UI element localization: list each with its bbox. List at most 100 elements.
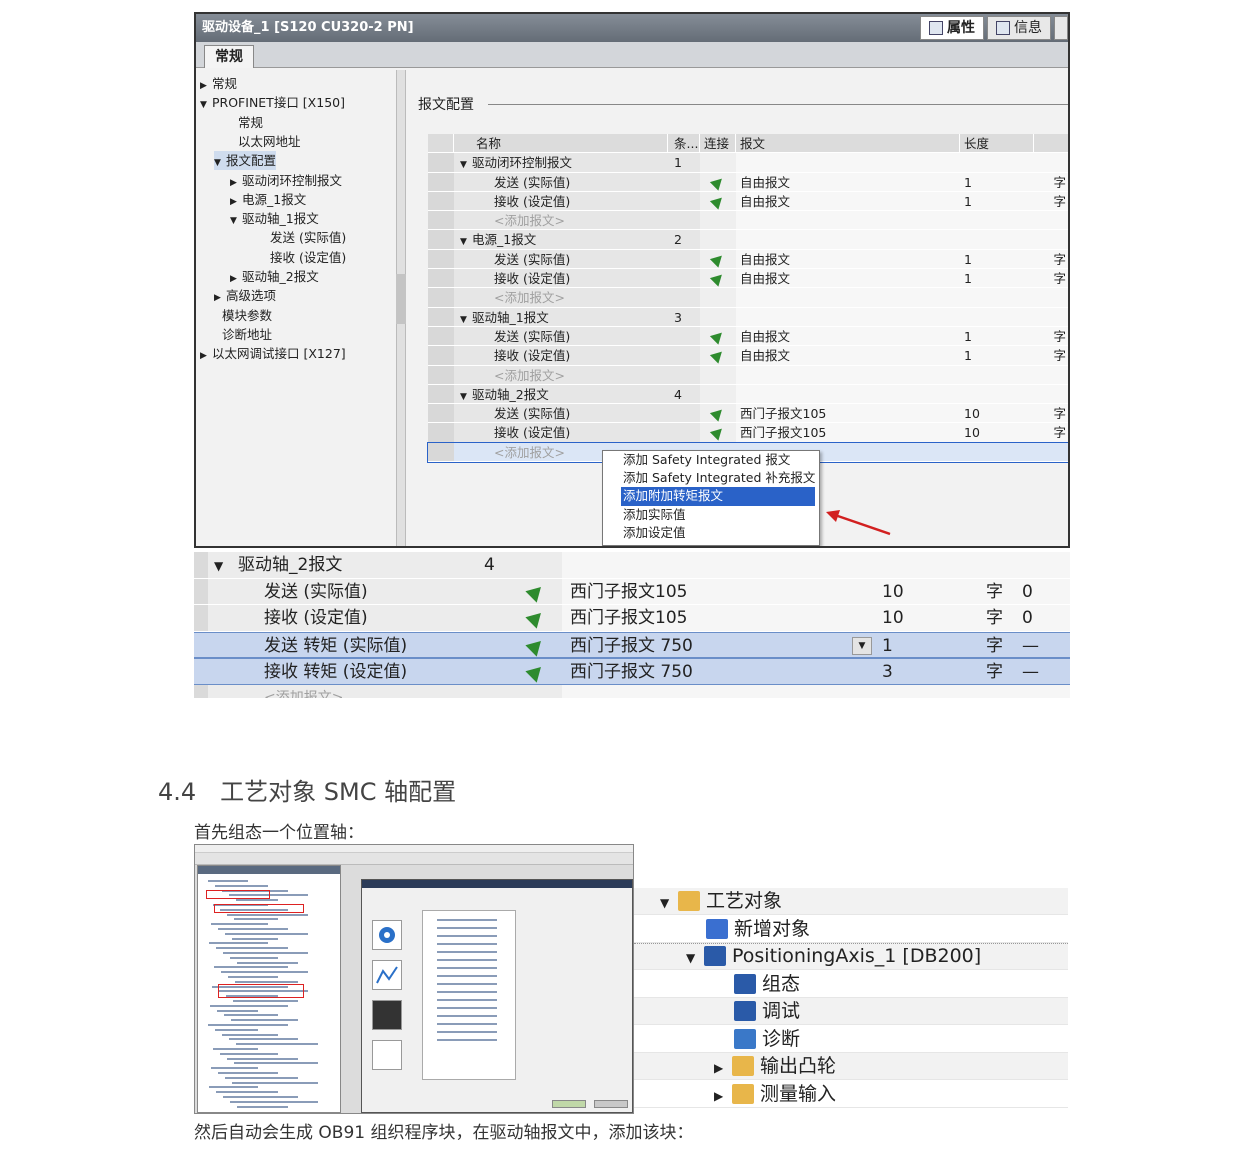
cell-len[interactable]: 10 (876, 605, 980, 631)
cell-num[interactable] (668, 269, 700, 288)
table-row[interactable]: 接收 (设定值) 自由报文 1 字 (428, 191, 1068, 212)
cell-name[interactable]: ▼ 驱动轴_2报文 (208, 552, 470, 578)
tree-item[interactable]: 调试 (634, 998, 1068, 1025)
cell-tel[interactable]: 自由报文 (736, 191, 960, 211)
cell-len[interactable]: 10 (960, 423, 1034, 442)
cell-tel[interactable]: 自由报文 (736, 346, 960, 365)
cell-len[interactable]: 10 (876, 578, 980, 604)
object-type-list[interactable] (422, 910, 516, 1080)
cell-x[interactable]: — (1014, 659, 1070, 684)
cell-link[interactable] (514, 684, 562, 698)
table-row[interactable]: 接收 转矩 (设定值) 西门子报文 750 3 字 — (194, 658, 1070, 685)
cell-link[interactable] (514, 632, 562, 657)
cell-name[interactable]: 接收 (设定值) (454, 423, 668, 442)
cell-tel[interactable]: 自由报文 (736, 249, 960, 269)
cell-name[interactable]: 发送 (实际值) (208, 578, 470, 604)
table-row[interactable]: <添加报文> (428, 365, 1068, 385)
cell-tel[interactable]: 自由报文 (736, 269, 960, 288)
cell-link[interactable] (700, 288, 736, 307)
nav-item[interactable]: ▶ 高级选项 (214, 286, 276, 305)
chevron-right-icon[interactable]: ▶ (200, 347, 212, 366)
chevron-down-icon[interactable]: ▼ (686, 945, 704, 972)
tree-item[interactable]: 组态 (634, 971, 1068, 998)
cancel-button[interactable] (594, 1100, 628, 1108)
table-row[interactable]: 发送 (实际值) 自由报文 1 字 (428, 326, 1068, 347)
cell-name[interactable]: 接收 转矩 (设定值) (208, 659, 470, 684)
nav-item[interactable]: ▶ 以太网调试接口 [X127] (200, 344, 346, 363)
table-row[interactable]: 发送 (实际值) 西门子报文105 10 字 0 (194, 578, 1070, 605)
cell-unit[interactable] (1034, 211, 1068, 230)
col-num[interactable]: 条... (668, 134, 700, 153)
cell-unit[interactable] (1034, 153, 1068, 172)
nav-item[interactable]: 诊断地址 (210, 325, 272, 344)
cell-tel[interactable]: 西门子报文105 (562, 578, 876, 604)
cell-unit[interactable] (1034, 288, 1068, 307)
cell-tel[interactable]: 西门子报文105 (736, 404, 960, 423)
cell-name[interactable]: 发送 (实际值) (454, 249, 668, 269)
chevron-down-icon[interactable]: ▼ (200, 96, 212, 115)
tree-item[interactable]: ▼ 工艺对象 (634, 888, 1068, 915)
chevron-right-icon[interactable]: ▶ (714, 1055, 732, 1082)
tree-item[interactable]: 新增对象 (634, 916, 1068, 943)
cell-link[interactable] (700, 404, 736, 423)
cell-num[interactable] (668, 326, 700, 346)
cell-tel[interactable] (736, 230, 960, 249)
cell-name[interactable]: 发送 (实际值) (454, 326, 668, 346)
cell-link[interactable] (700, 384, 736, 404)
cell-link[interactable] (514, 552, 562, 578)
col-link[interactable]: 连接 (700, 134, 736, 153)
table-row[interactable]: <添加报文> (428, 288, 1068, 308)
nav-item[interactable]: 常规 (226, 113, 263, 132)
cell-link[interactable] (700, 326, 736, 346)
cell-unit[interactable]: 字 (1034, 346, 1068, 365)
cell-len[interactable]: 3 (876, 659, 980, 684)
cell-len[interactable]: 1 (960, 191, 1034, 211)
tree-item[interactable]: ▼ PositioningAxis_1 [DB200] (634, 943, 1068, 970)
cell-x[interactable] (1014, 684, 1070, 698)
table-row[interactable]: ▼ 驱动闭环控制报文 1 (428, 153, 1068, 173)
cell-num[interactable] (668, 172, 700, 191)
cell-link[interactable] (514, 578, 562, 604)
cell-num[interactable] (668, 365, 700, 384)
cell-name[interactable]: 接收 (设定值) (454, 346, 668, 365)
cell-num[interactable]: 4 (668, 384, 700, 404)
cell-name[interactable]: 发送 (实际值) (454, 404, 668, 423)
cell-unit[interactable] (1034, 307, 1068, 326)
nav-item[interactable]: ▶ 常规 (200, 74, 237, 93)
tab-properties[interactable]: 属性 (920, 16, 984, 40)
cell-name[interactable]: <添加报文> (208, 684, 470, 698)
cell-num[interactable]: 2 (668, 230, 700, 249)
table-row[interactable]: ▼ 驱动轴_1报文 3 (428, 307, 1068, 327)
table-row[interactable]: <添加报文> (194, 684, 1070, 698)
table-row[interactable]: 发送 (实际值) 西门子报文105 10 字 (428, 404, 1068, 424)
cell-unit[interactable]: 字 (1034, 423, 1068, 442)
nav-item[interactable]: 模块参数 (210, 306, 272, 325)
cell-tel[interactable]: 自由报文 (736, 326, 960, 346)
cell-unit[interactable]: 字 (980, 578, 1014, 604)
cell-len[interactable]: 10 (960, 404, 1034, 423)
cell-num[interactable] (668, 346, 700, 365)
cell-link[interactable] (700, 153, 736, 172)
cell-link[interactable] (700, 249, 736, 269)
cell-tel[interactable] (736, 365, 960, 384)
table-row[interactable]: 接收 (设定值) 自由报文 1 字 (428, 346, 1068, 366)
nav-item[interactable]: ▼ 报文配置 (214, 151, 277, 171)
cell-num[interactable]: 4 (470, 552, 514, 578)
cell-len[interactable] (960, 365, 1034, 384)
cell-unit[interactable] (1034, 365, 1068, 384)
nav-item[interactable]: ▼ 驱动轴_1报文 (230, 209, 319, 228)
tab-info[interactable]: 信息 (987, 16, 1051, 40)
cell-len[interactable]: 1 (876, 632, 980, 657)
tree-item[interactable]: ▶ 测量输入 (634, 1081, 1068, 1108)
cell-unit[interactable] (980, 552, 1014, 578)
cell-unit[interactable] (980, 684, 1014, 698)
table-row[interactable]: <添加报文> (428, 211, 1068, 231)
tab-diagnostics[interactable] (1054, 16, 1068, 40)
simatic-ident-button[interactable] (372, 1000, 402, 1030)
cell-num[interactable] (668, 423, 700, 442)
cell-num[interactable] (470, 578, 514, 604)
cell-tel[interactable]: 西门子报文105 (736, 423, 960, 442)
cell-tel[interactable] (736, 211, 960, 230)
cell-num[interactable] (668, 191, 700, 211)
table-row[interactable]: ▼ 电源_1报文 2 (428, 230, 1068, 250)
